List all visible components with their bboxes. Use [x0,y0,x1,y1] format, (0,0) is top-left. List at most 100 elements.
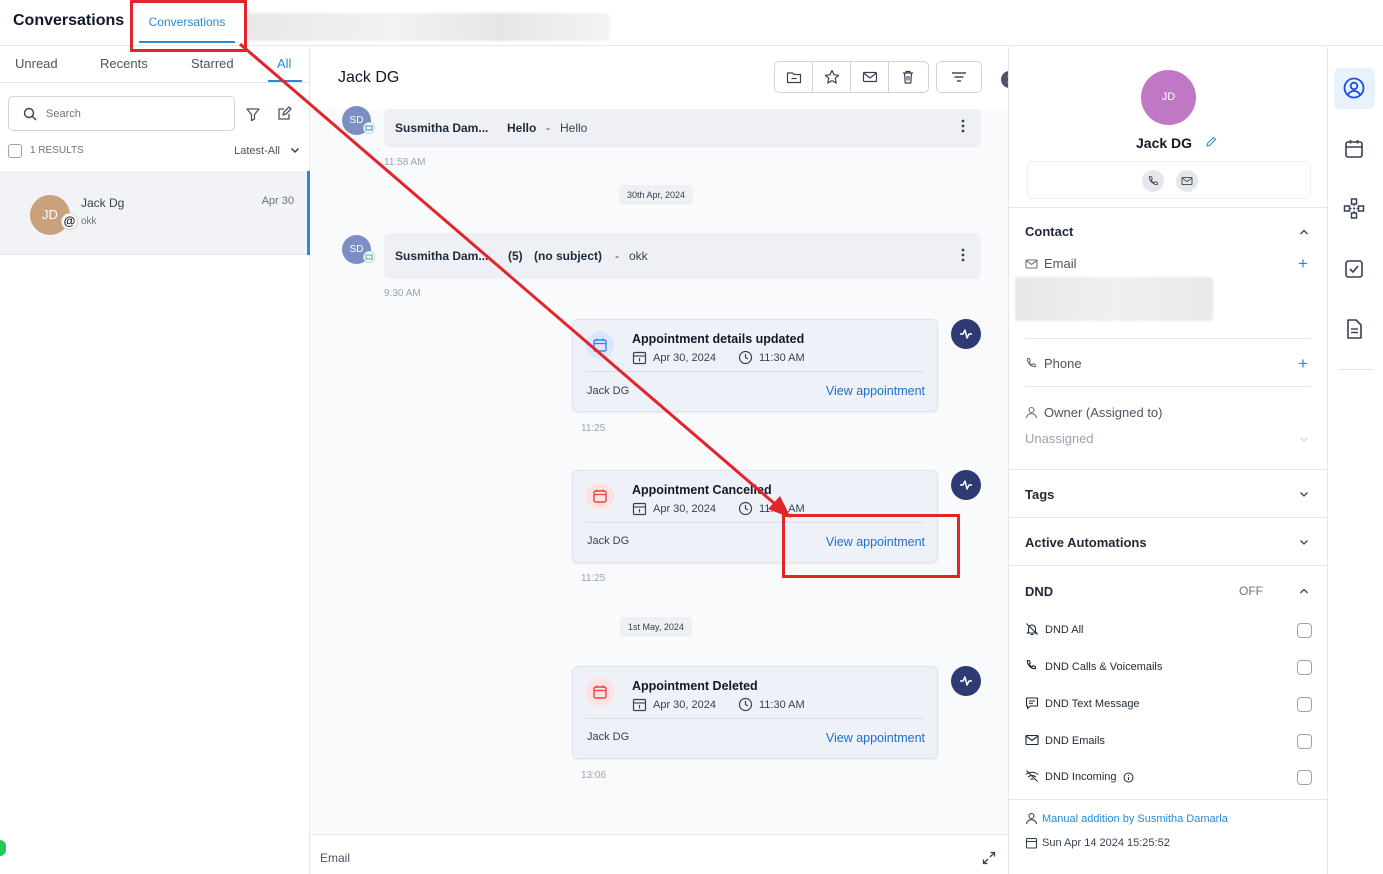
activity-icon [951,666,981,696]
edit-pencil-icon[interactable] [1205,136,1217,148]
mark-unread-button[interactable] [851,62,889,92]
thread-header: Jack DG [311,47,1018,109]
quick-actions [1027,161,1311,199]
email-channel-icon [363,122,375,134]
message-bubble[interactable]: Susmitha Dam... (5) (no subject) - okk [384,233,981,279]
compose-icon[interactable] [276,106,292,122]
dnd-incoming-checkbox[interactable] [1297,770,1312,785]
user-icon [1025,406,1038,419]
chevron-down-icon[interactable] [1298,434,1310,444]
tab-recents[interactable]: Recents [100,56,148,71]
message-composer[interactable]: Email [311,834,1008,874]
redacted-email [1015,277,1213,321]
message-bubble[interactable]: Susmitha Dam... Hello - Hello [384,109,981,147]
divider [1009,565,1328,566]
delete-button[interactable] [889,62,927,92]
filter-icon[interactable] [245,106,261,122]
owner-select[interactable]: Unassigned [1025,431,1094,446]
search-placeholder: Search [46,108,81,120]
composer-channel-label: Email [320,851,351,865]
appointment-card: Appointment Deleted Apr 30, 2024 11:30 A… [572,666,938,759]
dnd-status: OFF [1239,584,1263,598]
add-phone-button[interactable]: + [1298,355,1308,372]
user-icon [1025,812,1038,825]
lines-filter-icon [952,72,966,82]
sort-filter-button[interactable] [936,61,982,93]
document-icon[interactable] [1342,317,1368,343]
dnd-all-checkbox[interactable] [1297,623,1312,638]
email-channel-icon [363,251,375,263]
task-checkbox-icon[interactable] [1342,257,1368,283]
contact-section-title[interactable]: Contact [1025,224,1073,239]
appointment-date: Apr 30, 2024 [653,352,716,364]
contact-profile-icon[interactable] [1342,76,1368,102]
message-separator: - [615,249,619,263]
expand-icon[interactable] [982,851,996,865]
message-body: okk [629,249,648,263]
chevron-down-icon[interactable] [1298,489,1310,499]
add-email-button[interactable]: + [1298,255,1308,272]
trash-icon [903,70,913,84]
appointment-timestamp: 11:25 [581,423,606,434]
conversation-thread: Jack DG SD Susmitha Dam... Hello - Hello… [311,47,1018,874]
appointment-date: Apr 30, 2024 [653,699,716,711]
tab-starred[interactable]: Starred [191,56,234,71]
filter-tabs: Unread Recents Starred All [0,47,310,83]
email-field-label: Email [1025,256,1077,271]
view-appointment-link[interactable]: View appointment [826,384,925,398]
sort-dropdown[interactable]: Latest-All [234,145,280,157]
contact-created-date: Sun Apr 14 2024 15:25:52 [1025,836,1170,849]
appointment-owner: Jack DG [587,385,630,397]
tab-all[interactable]: All [277,56,291,71]
chevron-down-icon[interactable] [1298,537,1310,547]
selected-indicator [307,171,310,255]
more-options-icon[interactable] [961,118,965,134]
chevron-up-icon[interactable] [1298,586,1310,596]
dnd-section-title[interactable]: DND [1025,584,1053,599]
message-sender: Susmitha Dam... [395,249,489,263]
date-icon [632,501,647,516]
mail-icon [862,71,877,83]
workflow-icon[interactable] [1342,196,1368,222]
bell-off-icon [1026,623,1038,636]
date-divider: 1st May, 2024 [620,617,692,637]
divider [1338,369,1374,370]
calendar-icon[interactable] [1342,137,1368,163]
tab-unread[interactable]: Unread [15,56,58,71]
call-button[interactable] [1142,170,1164,192]
contact-details-panel: JD Jack DG Contact Email + Phone + Owner… [1008,47,1328,874]
folder-button[interactable] [775,62,813,92]
star-button[interactable] [813,62,851,92]
dnd-text-checkbox[interactable] [1297,697,1312,712]
email-button[interactable] [1176,170,1198,192]
dnd-incoming-label: DND Incoming [1025,769,1134,783]
search-icon [23,107,37,121]
chevron-down-icon[interactable] [290,145,300,155]
divider [1025,386,1311,387]
select-all-checkbox[interactable] [8,144,22,158]
clock-icon [738,350,753,365]
tags-section-title[interactable]: Tags [1025,487,1054,502]
contact-name: Jack DG [1136,135,1193,151]
conversation-preview: okk [81,216,97,227]
message-time: 11:58 AM [384,157,426,168]
appointment-time: 11:30 AM [759,699,805,711]
conversation-list-item[interactable]: JD @ Jack Dg okk Apr 30 [0,171,310,255]
clock-icon [738,501,753,516]
more-options-icon[interactable] [961,247,965,263]
view-appointment-link[interactable]: View appointment [826,731,925,745]
dnd-emails-checkbox[interactable] [1297,734,1312,749]
chevron-up-icon[interactable] [1298,227,1310,237]
appointment-card: Appointment details updated Apr 30, 2024… [572,319,938,412]
divider [1009,799,1328,800]
automations-section-title[interactable]: Active Automations [1025,535,1147,550]
mail-icon [1181,177,1193,185]
phone-icon [1148,176,1158,186]
search-input[interactable]: Search [8,96,235,131]
dnd-calls-checkbox[interactable] [1297,660,1312,675]
contact-avatar: JD [1141,70,1196,125]
clock-icon [738,697,753,712]
thread-toolbar [774,61,929,93]
app-title: Conversations [13,12,125,29]
date-divider: 30th Apr, 2024 [619,185,694,205]
